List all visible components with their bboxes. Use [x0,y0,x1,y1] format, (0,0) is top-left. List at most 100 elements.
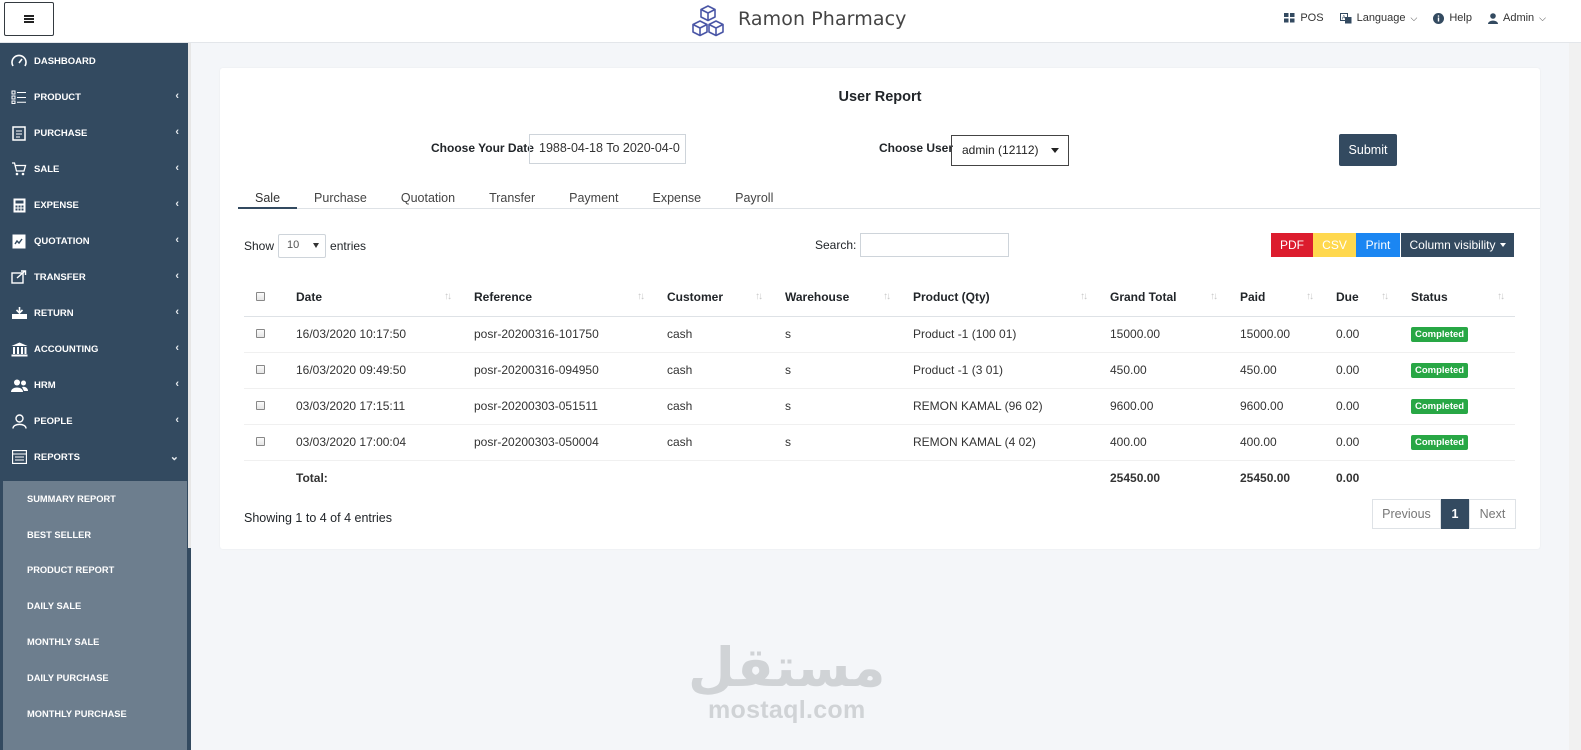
translate-icon: A [1339,12,1352,23]
sidebar-item-label: QUOTATION [34,235,90,247]
user-label: Choose User [879,141,954,155]
date-range-input[interactable]: 1988-04-18 To 2020-04-0 [529,134,686,164]
sidebar-item-product[interactable]: PRODUCT ‹ [0,79,191,115]
sidebar-item-dashboard[interactable]: DASHBOARD [0,43,191,79]
submenu-item-monthly-purchase[interactable]: MONTHLY PURCHASE [3,696,187,732]
sidebar-item-purchase[interactable]: PURCHASE ‹ [0,115,191,151]
submenu-item-best-seller[interactable]: BEST SELLER [3,517,187,553]
submenu-item-product-report[interactable]: PRODUCT REPORT [3,553,187,589]
cell-reference: posr-20200303-051511 [462,388,655,425]
pdf-button[interactable]: PDF [1271,233,1313,257]
sidebar-item-reports[interactable]: REPORTS ⌄ [0,439,191,475]
column-header-grand-total[interactable]: Grand Total ↑↓ [1098,279,1228,317]
row-checkbox[interactable] [256,437,265,446]
total-empty-cell [462,459,655,496]
column-header-label: Warehouse [785,290,850,305]
csv-button[interactable]: CSV [1313,233,1356,257]
cell-grand-total: 15000.00 [1098,316,1228,353]
column-header-customer[interactable]: Customer ↑↓ [655,279,773,317]
submenu-item-daily-purchase[interactable]: DAILY PURCHASE [3,660,187,696]
sidebar-item-expense[interactable]: EXPENSE ‹ [0,187,191,223]
previous-page-button[interactable]: Previous [1372,499,1441,529]
row-checkbox[interactable] [256,365,265,374]
column-header-date[interactable]: Date ↑↓ [284,279,462,317]
tab-payroll[interactable]: Payroll [718,185,790,209]
tab-payment[interactable]: Payment [552,185,635,209]
column-header-product[interactable]: Product (Qty) ↑↓ [901,279,1098,317]
column-header-warehouse[interactable]: Warehouse ↑↓ [773,279,901,317]
chevron-down-icon: ⌵ [1539,12,1546,23]
cell-paid: 9600.00 [1228,388,1324,425]
sidebar-item-return[interactable]: RETURN ‹ [0,295,191,331]
next-page-button[interactable]: Next [1469,499,1516,529]
chevron-left-icon: ‹ [175,234,179,246]
total-empty-cell [244,459,284,496]
cell-date: 03/03/2020 17:00:04 [284,424,462,461]
cell-date: 16/03/2020 09:49:50 [284,352,462,389]
search-label: Search: [815,238,857,252]
submenu-item-summary-report[interactable]: SUMMARY REPORT [3,481,187,517]
table-row[interactable]: 16/03/2020 09:49:50 posr-20200316-094950 c… [244,352,1515,389]
cell-reference: posr-20200303-050004 [462,424,655,461]
sidebar-item-accounting[interactable]: ACCOUNTING ‹ [0,331,191,367]
user-menu[interactable]: Admin ⌵ [1487,12,1546,24]
watermark: مستقل mostaql.com [688,640,886,725]
watermark-latin: mostaql.com [708,696,866,724]
report-card: User Report Choose Your Date 1988-04-18 … [220,68,1540,549]
table-row[interactable]: 03/03/2020 17:00:04 posr-20200303-050004 c… [244,424,1515,461]
sidebar-item-hrm[interactable]: HRM ‹ [0,367,191,403]
tab-sale[interactable]: Sale [238,185,298,209]
entries-select[interactable]: 10 [278,234,327,258]
column-header-status[interactable]: Status ↑↓ [1399,279,1515,317]
chevron-down-icon: ⌄ [169,451,179,463]
cell-due: 0.00 [1324,388,1399,425]
submit-button[interactable]: Submit [1339,134,1397,166]
cell-due: 0.00 [1324,316,1399,353]
column-header-due[interactable]: Due ↑↓ [1324,279,1399,317]
sidebar-item-people[interactable]: PEOPLE ‹ [0,403,191,439]
help-label: Help [1449,12,1472,24]
cell-grand-total: 9600.00 [1098,388,1228,425]
table-row[interactable]: 03/03/2020 17:15:11 posr-20200303-051511 c… [244,388,1515,425]
cart-icon [10,161,28,177]
tab-quotation[interactable]: Quotation [384,185,472,209]
page-1-button[interactable]: 1 [1441,499,1469,529]
total-empty-cell [1399,459,1515,496]
tab-expense[interactable]: Expense [635,185,718,209]
cell-product: Product -1 (100 01) [901,316,1098,353]
sidebar-item-label: ACCOUNTING [34,343,99,355]
status-badge: Completed [1411,363,1469,378]
pos-link[interactable]: POS [1284,12,1324,24]
sidebar-item-transfer[interactable]: TRANSFER ‹ [0,259,191,295]
submenu-item-daily-sale[interactable]: DAILY SALE [3,588,187,624]
user-select[interactable]: admin (12112) [951,135,1069,166]
bank-icon [10,341,28,357]
search-input[interactable] [860,233,1010,257]
page-scrollbar[interactable] [1569,43,1581,750]
brand[interactable]: Ramon Pharmacy [690,4,907,41]
tab-purchase[interactable]: Purchase [297,185,384,209]
column-header-reference[interactable]: Reference ↑↓ [462,279,655,317]
cell-reference: posr-20200316-101750 [462,316,655,353]
sidebar-item-sale[interactable]: SALE ‹ [0,151,191,187]
row-checkbox[interactable] [256,401,265,410]
chevron-left-icon: ‹ [175,342,179,354]
column-visibility-button[interactable]: Column visibility [1401,233,1514,257]
sidebar-item-quotation[interactable]: QUOTATION ‹ [0,223,191,259]
tab-transfer[interactable]: Transfer [472,185,552,209]
cell-date: 03/03/2020 17:15:11 [284,388,462,425]
cell-warehouse: s [773,352,901,389]
table-row[interactable]: 16/03/2020 10:17:50 posr-20200316-101750 c… [244,316,1515,353]
pos-label: POS [1300,12,1324,24]
row-checkbox[interactable] [256,329,265,338]
help-link[interactable]: Help [1433,12,1472,24]
menu-toggle-button[interactable] [4,2,54,36]
select-all-checkbox[interactable] [256,292,265,302]
user-icon [1487,12,1498,24]
submenu-item-monthly-sale[interactable]: MONTHLY SALE [3,624,187,660]
language-menu[interactable]: A Language ⌵ [1339,12,1417,24]
cell-paid: 15000.00 [1228,316,1324,353]
print-button[interactable]: Print [1356,233,1400,257]
cell-product: REMON KAMAL (96 02) [901,388,1098,425]
column-header-paid[interactable]: Paid ↑↓ [1228,279,1324,317]
